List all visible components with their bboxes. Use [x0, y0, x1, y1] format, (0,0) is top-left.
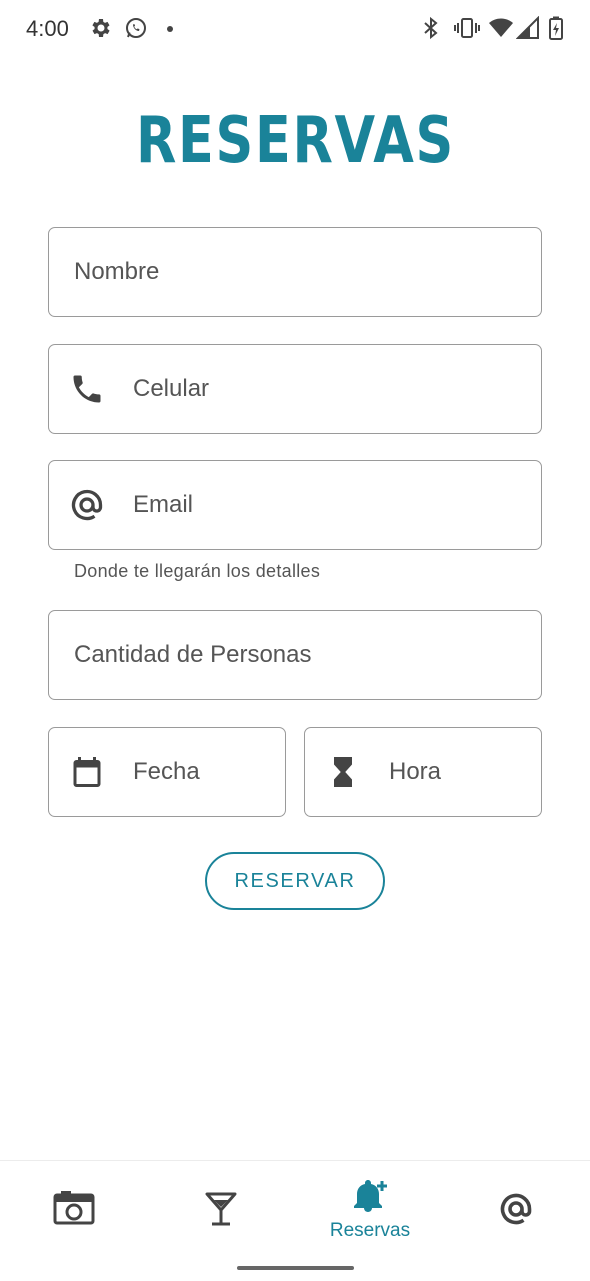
bluetooth-icon	[424, 16, 438, 40]
phone-field-label: Celular	[133, 375, 210, 402]
bell-plus-icon	[354, 1180, 387, 1212]
logo: RESERVAS	[0, 104, 590, 178]
time-field[interactable]: Hora	[304, 727, 542, 817]
status-time: 4:00	[26, 16, 69, 41]
wifi-icon	[489, 18, 513, 37]
nav-item-photos[interactable]	[0, 1161, 148, 1261]
vibrate-icon	[454, 18, 480, 38]
name-field[interactable]: Nombre	[48, 227, 542, 317]
people-count-label: Cantidad de Personas	[74, 641, 312, 668]
battery-icon	[549, 16, 563, 40]
phone-field[interactable]: Celular	[48, 344, 542, 434]
hourglass-icon	[334, 757, 352, 787]
camera-icon	[53, 1191, 95, 1225]
whatsapp-icon	[126, 18, 146, 38]
email-helper-text: Donde te llegarán los detalles	[74, 561, 321, 581]
nav-item-contact[interactable]	[442, 1161, 590, 1261]
calendar-icon	[73, 757, 101, 787]
date-field-label: Fecha	[133, 758, 200, 785]
settings-icon	[92, 19, 110, 37]
email-field-label: Email	[133, 491, 194, 518]
people-count-field[interactable]: Cantidad de Personas	[48, 610, 542, 700]
nav-item-reservas[interactable]: Reservas	[296, 1161, 444, 1261]
date-field[interactable]: Fecha	[48, 727, 286, 817]
reserve-button[interactable]: RESERVAR	[205, 852, 385, 910]
phone-icon	[73, 375, 101, 403]
time-field-label: Hora	[389, 758, 442, 785]
at-icon	[71, 489, 103, 521]
dot-icon	[167, 26, 173, 32]
name-field-label: Nombre	[74, 258, 160, 285]
nav-item-drinks[interactable]	[148, 1161, 296, 1261]
logo-text: RESERVAS	[135, 104, 455, 178]
signal-icon	[516, 16, 539, 39]
bottom-nav: Reservas	[0, 1160, 590, 1281]
nav-label-reservas: Reservas	[329, 1220, 411, 1241]
email-field[interactable]: Email	[48, 460, 542, 550]
home-indicator[interactable]	[237, 1266, 354, 1270]
cocktail-icon	[205, 1192, 237, 1226]
status-bar: 4:00	[0, 0, 590, 58]
at-icon	[500, 1193, 532, 1225]
